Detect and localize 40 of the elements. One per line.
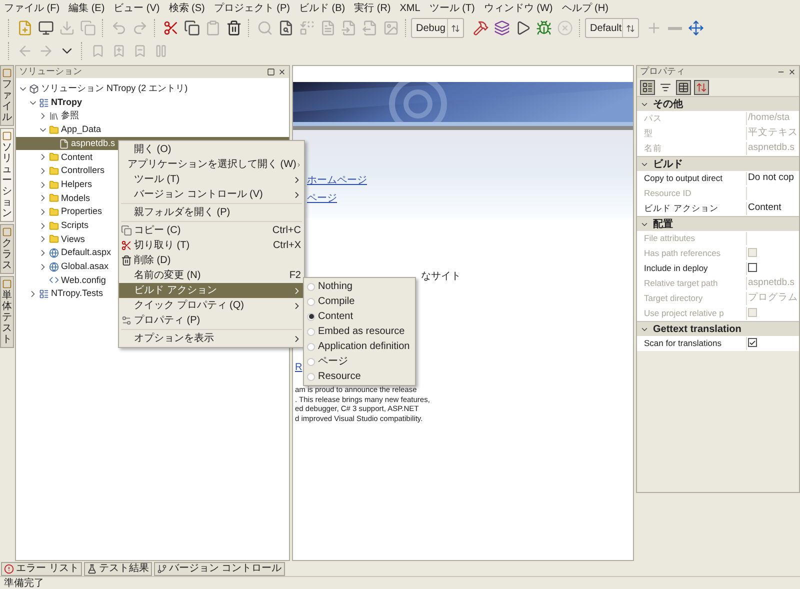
property-name: Scan for translations <box>637 337 747 350</box>
tab-label: ソリューション <box>2 142 12 219</box>
property-name: File attributes <box>637 232 747 245</box>
property-name: パス <box>637 112 747 125</box>
property-name: Copy to output direct <box>637 172 747 185</box>
tree-label: Default.aspx <box>61 246 112 260</box>
tab-label: 単体テスト <box>2 290 12 345</box>
property-name: 型 <box>637 127 747 140</box>
panel-title: ソリューション <box>19 65 82 78</box>
property-name: Use project relative p <box>637 307 747 320</box>
panel-title: プロパティ <box>640 66 685 78</box>
tab-label: ファイル <box>2 79 12 123</box>
tree-label: Controllers <box>61 164 105 178</box>
property-name: ビルド アクション <box>637 202 747 215</box>
shortcut-text: Ctrl+X <box>272 239 302 253</box>
tree-label: Models <box>61 192 90 205</box>
property-name: Has path references <box>637 247 747 260</box>
shortcut-text: F2 <box>289 269 302 283</box>
tree-label: Global.asax <box>61 260 109 274</box>
tree-label: App_Data <box>61 123 102 136</box>
property-name: 名前 <box>637 142 747 155</box>
shortcut-text: Ctrl+C <box>272 224 302 238</box>
tree-label: Properties <box>61 205 102 218</box>
tree-label: Scripts <box>61 218 89 232</box>
status-text: 準備完了 <box>4 576 44 589</box>
property-name: Include in deploy <box>637 262 747 275</box>
property-name: Resource ID <box>637 187 747 200</box>
tagline: なサイト <box>421 272 462 282</box>
property-name: Target directory <box>637 292 747 305</box>
tree-label: NTropy <box>51 96 82 109</box>
tree-label: ソリューション NTropy (2 エントリ) <box>41 82 188 96</box>
tree-label: Views <box>61 232 85 246</box>
tab-label: クラス <box>2 238 12 271</box>
tree-label: Content <box>61 150 93 164</box>
tree-label: 参照 <box>61 109 79 122</box>
tree-label: aspnetdb.s <box>71 136 116 150</box>
tree-label: Web.config <box>61 274 106 287</box>
property-name: Relative target path <box>637 277 747 290</box>
tree-label: NTropy.Tests <box>51 287 104 300</box>
tree-label: Helpers <box>61 178 92 191</box>
